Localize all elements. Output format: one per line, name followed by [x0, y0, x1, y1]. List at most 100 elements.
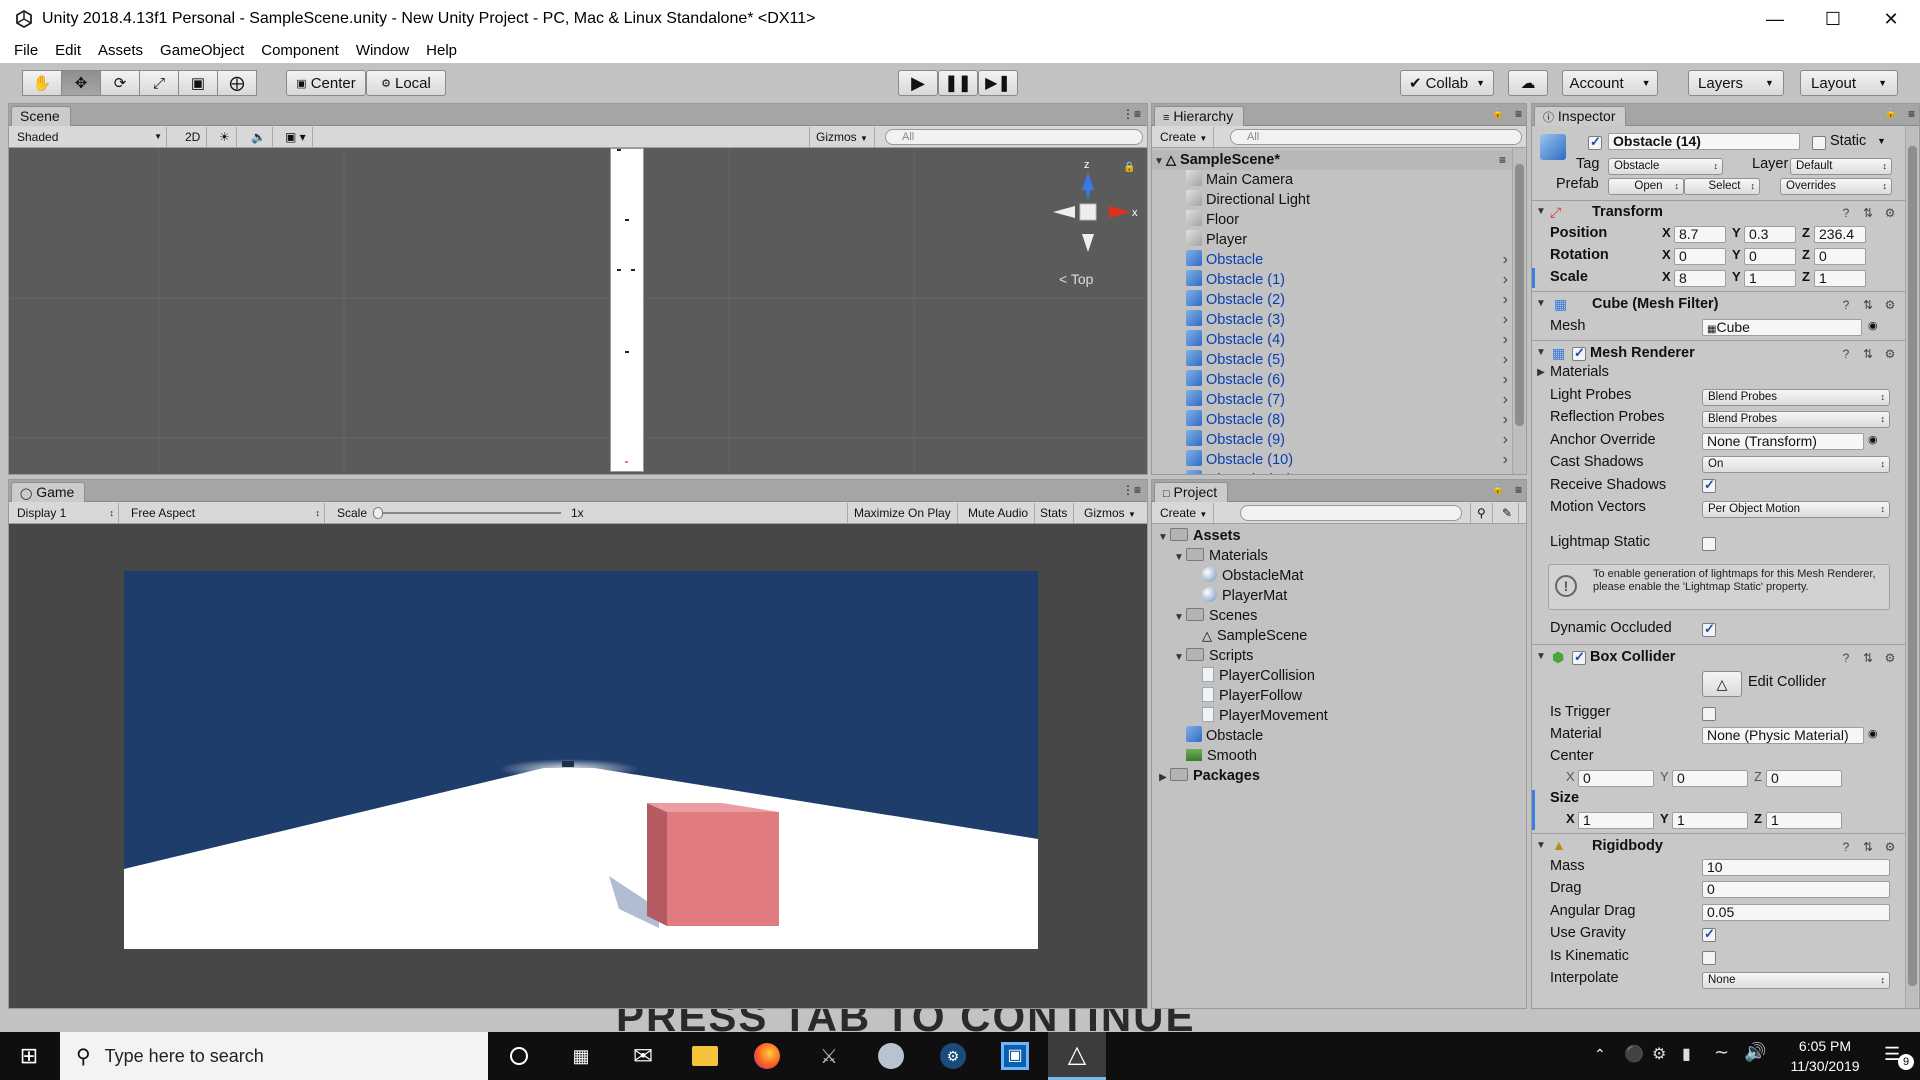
mail-app-button[interactable]: ✉: [614, 1032, 672, 1080]
reflection-probes-dropdown[interactable]: Blend Probes: [1702, 411, 1890, 428]
transform-tool-button[interactable]: ⨁: [217, 70, 257, 96]
hierarchy-item[interactable]: Obstacle (2) ›: [1152, 290, 1512, 310]
filter-label-button[interactable]: ✎: [1496, 503, 1520, 523]
vector-y-field[interactable]: 1: [1744, 270, 1796, 287]
audio-toggle[interactable]: 🔈: [245, 127, 273, 147]
edit-collider-button[interactable]: △: [1702, 671, 1742, 697]
layer-dropdown[interactable]: Default: [1790, 158, 1892, 175]
mesh-renderer-enabled-checkbox[interactable]: [1572, 345, 1586, 361]
battery-icon[interactable]: ▮: [1682, 1044, 1691, 1064]
vector-x-field[interactable]: 1: [1578, 812, 1654, 829]
hierarchy-create-dropdown[interactable]: Create ▼: [1154, 127, 1215, 147]
angular-drag-field[interactable]: 0.05: [1702, 904, 1890, 921]
tag-dropdown[interactable]: Obstacle: [1608, 158, 1723, 175]
pivot-local-button[interactable]: ⚙ Local: [366, 70, 446, 96]
project-search-input[interactable]: [1240, 505, 1462, 521]
cast-shadows-dropdown[interactable]: On: [1702, 456, 1890, 473]
static-checkbox[interactable]: [1812, 136, 1826, 150]
open-prefab-arrow-icon[interactable]: ›: [1503, 330, 1508, 350]
visual-studio-button[interactable]: ▣: [986, 1032, 1044, 1080]
hierarchy-item[interactable]: Obstacle (3) ›: [1152, 310, 1512, 330]
axis-x-label[interactable]: X: [1566, 769, 1575, 784]
axis-z-label[interactable]: Z: [1754, 769, 1762, 784]
hierarchy-item[interactable]: Obstacle ›: [1152, 250, 1512, 270]
minimize-button[interactable]: —: [1746, 0, 1804, 38]
scrollbar-thumb[interactable]: [1515, 164, 1524, 426]
vector-z-field[interactable]: 0: [1766, 770, 1842, 787]
steam-tray-icon[interactable]: ⚙: [1652, 1044, 1666, 1064]
open-prefab-arrow-icon[interactable]: ›: [1503, 470, 1508, 474]
project-item[interactable]: Smooth: [1152, 746, 1526, 766]
tab-game[interactable]: ◯ Game: [11, 482, 86, 502]
vector-z-field[interactable]: 236.4: [1814, 226, 1866, 243]
open-prefab-arrow-icon[interactable]: ›: [1503, 450, 1508, 470]
open-prefab-arrow-icon[interactable]: ›: [1503, 410, 1508, 430]
project-item[interactable]: ObstacleMat: [1152, 566, 1526, 586]
steam-button[interactable]: ⚙: [924, 1032, 982, 1080]
gear-icon[interactable]: ⚙: [1883, 347, 1897, 361]
menu-window[interactable]: Window: [356, 42, 409, 59]
help-icon[interactable]: ?: [1839, 347, 1853, 361]
vector-z-field[interactable]: 0: [1814, 248, 1866, 265]
expand-arrow-icon[interactable]: ▼: [1172, 608, 1186, 628]
project-item[interactable]: PlayerMat: [1152, 586, 1526, 606]
gear-icon[interactable]: ⚙: [1883, 206, 1897, 220]
app-button[interactable]: [862, 1032, 920, 1080]
axis-z-label[interactable]: Z: [1754, 811, 1762, 826]
panel-menu-icon[interactable]: ≡: [1515, 107, 1522, 121]
expand-arrow-icon[interactable]: ▼: [1534, 298, 1548, 309]
tab-inspector[interactable]: ⓘ Inspector: [1534, 106, 1627, 126]
wifi-icon[interactable]: ∼: [1714, 1042, 1729, 1063]
hierarchy-search-input[interactable]: All: [1230, 129, 1522, 145]
expand-arrow-icon[interactable]: ▼: [1534, 206, 1548, 217]
gear-icon[interactable]: ⚙: [1883, 651, 1897, 665]
object-picker-icon[interactable]: ◉: [1868, 727, 1878, 740]
layers-dropdown[interactable]: Layers ▼: [1688, 70, 1784, 96]
rect-tool-button[interactable]: ▣: [178, 70, 218, 96]
preset-icon[interactable]: ⇅: [1861, 206, 1875, 220]
project-item[interactable]: ▼ Assets: [1152, 526, 1526, 546]
scene-search-input[interactable]: All: [885, 129, 1143, 145]
hierarchy-item[interactable]: Obstacle (5) ›: [1152, 350, 1512, 370]
hierarchy-item[interactable]: Main Camera: [1152, 170, 1512, 190]
tab-project[interactable]: □ Project: [1154, 482, 1229, 502]
security-tray-icon[interactable]: ⚫: [1624, 1044, 1644, 1064]
cortana-button[interactable]: [490, 1032, 548, 1080]
menu-component[interactable]: Component: [261, 42, 339, 59]
object-picker-icon[interactable]: ◉: [1868, 433, 1878, 446]
object-name-field[interactable]: Obstacle (14): [1608, 133, 1800, 150]
hierarchy-item[interactable]: Obstacle (10) ›: [1152, 450, 1512, 470]
panel-menu-icon[interactable]: ≡: [1515, 483, 1522, 497]
vector-x-field[interactable]: 8.7: [1674, 226, 1726, 243]
chevron-up-icon[interactable]: ⌃: [1594, 1046, 1606, 1063]
open-prefab-arrow-icon[interactable]: ›: [1503, 390, 1508, 410]
expand-arrow-icon[interactable]: ▼: [1534, 651, 1548, 662]
vector-x-field[interactable]: 8: [1674, 270, 1726, 287]
project-item[interactable]: PlayerCollision: [1152, 666, 1526, 686]
floor-object[interactable]: [610, 148, 644, 472]
preset-icon[interactable]: ⇅: [1861, 347, 1875, 361]
open-prefab-arrow-icon[interactable]: ›: [1503, 350, 1508, 370]
expand-arrow-icon[interactable]: ▼: [1156, 528, 1170, 548]
account-dropdown[interactable]: Account ▼: [1562, 70, 1658, 96]
object-picker-icon[interactable]: ◉: [1868, 319, 1878, 332]
anchor-override-field[interactable]: None (Transform): [1702, 433, 1864, 450]
materials-label[interactable]: Materials: [1550, 364, 1609, 380]
vector-x-field[interactable]: 0: [1674, 248, 1726, 265]
axis-z-label[interactable]: Z: [1802, 225, 1810, 240]
firefox-button[interactable]: [738, 1032, 796, 1080]
project-item[interactable]: PlayerFollow: [1152, 686, 1526, 706]
file-explorer-button[interactable]: [676, 1032, 734, 1080]
menu-assets[interactable]: Assets: [98, 42, 143, 59]
tab-scene[interactable]: Scene: [11, 106, 71, 126]
expand-arrow-icon[interactable]: ▼: [1152, 152, 1166, 172]
axis-y-label[interactable]: Y: [1660, 769, 1669, 784]
lock-icon[interactable]: 🔒: [1123, 162, 1135, 173]
prefab-select-button[interactable]: Select: [1684, 178, 1760, 195]
project-create-dropdown[interactable]: Create ▼: [1154, 503, 1215, 523]
panel-menu-icon[interactable]: ≡: [1908, 107, 1915, 121]
vector-y-field[interactable]: 0.3: [1744, 226, 1796, 243]
move-tool-button[interactable]: ✥: [61, 70, 101, 96]
volume-icon[interactable]: 🔊: [1744, 1042, 1766, 1063]
clock[interactable]: 6:05 PM 11/30/2019: [1770, 1036, 1880, 1076]
